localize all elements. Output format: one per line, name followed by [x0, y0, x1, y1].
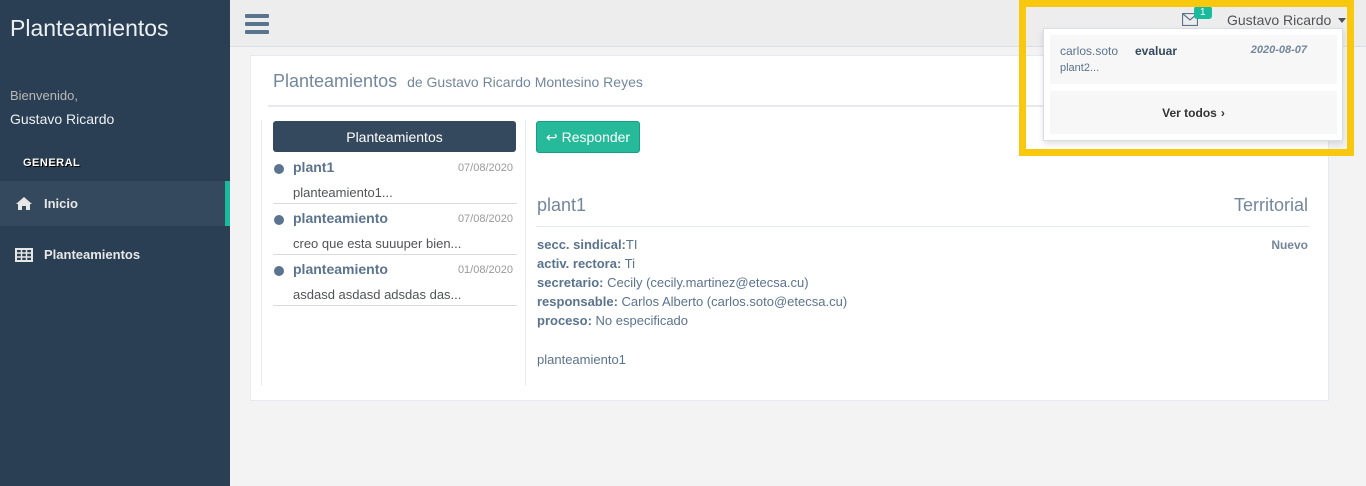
field-value: TI — [625, 237, 638, 252]
sidebar: Planteamientos Bienvenido, Gustavo Ricar… — [0, 0, 230, 486]
message-preview: plant2... — [1060, 62, 1100, 74]
app-title[interactable]: Planteamientos — [10, 15, 169, 42]
list-item-date: 01/08/2020 — [457, 264, 513, 276]
section-title-general: GENERAL — [23, 157, 81, 169]
menu-toggle-icon[interactable] — [245, 14, 269, 34]
sidebar-item-label: Planteamientos — [44, 247, 141, 262]
message-list: Planteamientos plant1 07/08/2020 plantea… — [261, 120, 526, 385]
field-value: Carlos Alberto (carlos.soto@etecsa.cu) — [617, 294, 848, 309]
home-icon — [14, 196, 34, 212]
message-body: planteamiento1 — [537, 352, 626, 367]
mail-count-badge: 1 — [1194, 6, 1212, 19]
welcome-label: Bienvenido, — [10, 88, 78, 103]
messages-dropdown: carlos.soto evaluar 2020-08-07 plant2...… — [1043, 28, 1343, 141]
detail-field-actividad: activ. rectora: Ti — [537, 256, 635, 271]
list-item-date: 07/08/2020 — [457, 213, 513, 225]
sidebar-item-label: Inicio — [44, 196, 78, 211]
sidebar-item-inicio[interactable]: Inicio — [0, 181, 230, 226]
message-list-header: Planteamientos — [273, 121, 516, 152]
message-date: 2020-08-07 — [1250, 44, 1307, 56]
table-icon — [14, 247, 34, 263]
message-sender: carlos.soto — [1060, 44, 1119, 58]
reply-arrow-icon: ↩ — [545, 128, 558, 145]
detail-field-seccion: secc. sindical:TI — [537, 237, 637, 252]
detail-field-proceso: proceso: No especificado — [537, 313, 688, 328]
field-label: proceso: — [537, 313, 592, 328]
list-item[interactable]: planteamiento 07/08/2020 creo que esta s… — [273, 204, 517, 255]
user-menu[interactable]: Gustavo Ricardo — [1227, 12, 1347, 28]
field-value: Ti — [621, 256, 636, 271]
sidebar-user-name: Gustavo Ricardo — [10, 111, 115, 127]
field-label: activ. rectora: — [537, 256, 622, 271]
list-item-subject: plant1 — [293, 159, 335, 175]
panel-title: Planteamientos de Gustavo Ricardo Montes… — [273, 71, 643, 92]
field-label: secretario: — [537, 275, 604, 290]
field-label: secc. sindical: — [537, 237, 626, 252]
dropdown-message-item[interactable]: carlos.soto evaluar 2020-08-07 plant2... — [1050, 35, 1337, 84]
list-item-preview: creo que esta suuuper bien... — [293, 236, 462, 251]
status-badge: Nuevo — [1271, 238, 1308, 252]
sidebar-item-planteamientos[interactable]: Planteamientos — [0, 232, 230, 277]
caret-down-icon — [1338, 17, 1347, 23]
list-item[interactable]: plant1 07/08/2020 planteamiento1... — [273, 153, 517, 204]
list-item-subject: planteamiento — [293, 210, 388, 226]
detail-field-responsable: responsable: Carlos Alberto (carlos.soto… — [537, 294, 847, 309]
see-all-label: Ver todos — [1162, 105, 1217, 120]
reply-button-label: Responder — [561, 129, 631, 145]
list-item-preview: planteamiento1... — [293, 185, 393, 200]
field-label: responsable: — [537, 294, 618, 309]
detail-field-secretario: secretario: Cecily (cecily.martinez@etec… — [537, 275, 809, 290]
page-title: Planteamientos — [273, 71, 398, 91]
list-item-subject: planteamiento — [293, 261, 388, 277]
page-subtitle: de Gustavo Ricardo Montesino Reyes — [407, 74, 643, 90]
chevron-right-icon: › — [1220, 105, 1225, 120]
field-value: No especificado — [591, 313, 689, 328]
user-menu-label: Gustavo Ricardo — [1227, 12, 1332, 28]
detail-category: Territorial — [1233, 195, 1308, 215]
field-value: Cecily (cecily.martinez@etecsa.cu) — [603, 275, 809, 290]
unread-dot-icon — [274, 215, 284, 225]
message-tag: evaluar — [1135, 44, 1178, 58]
unread-dot-icon — [274, 266, 284, 276]
list-item-date: 07/08/2020 — [457, 162, 513, 174]
detail-divider — [536, 226, 1309, 227]
list-item[interactable]: planteamiento 01/08/2020 asdasd asdasd a… — [273, 255, 517, 306]
see-all-link[interactable]: Ver todos › — [1050, 91, 1337, 134]
list-item-preview: asdasd asdasd adsdas das... — [293, 287, 462, 302]
unread-dot-icon — [274, 164, 284, 174]
detail-title: plant1 — [537, 195, 587, 215]
reply-button[interactable]: ↩ Responder — [536, 121, 640, 153]
